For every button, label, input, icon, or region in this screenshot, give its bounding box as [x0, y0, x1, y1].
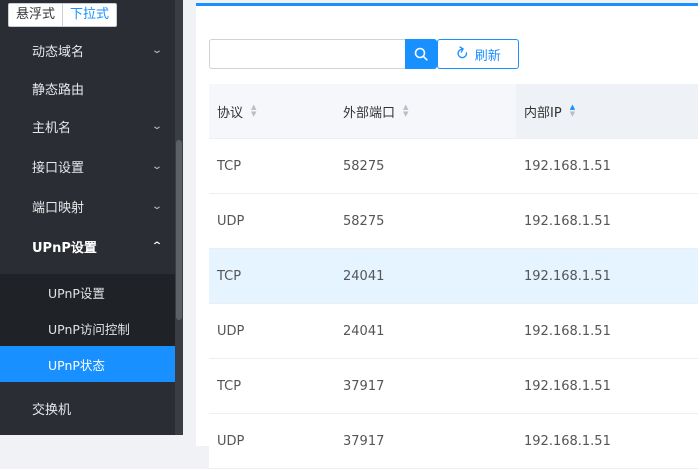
sidebar-item-label: 主机名	[32, 120, 72, 136]
menu-mode-toggle: 悬浮式 下拉式	[8, 3, 118, 27]
refresh-label: 刷新	[474, 48, 501, 64]
sidebar-item-label: 接口设置	[32, 160, 85, 176]
sidebar-subitem-upnp-access-control[interactable]: UPnP访问控制	[0, 310, 175, 346]
sidebar-item-upnp[interactable]: UPnP设置 ⌃	[0, 228, 175, 264]
cell-protocol: TCP	[217, 158, 242, 174]
cell-external-port: 37917	[343, 433, 385, 449]
sidebar-scroll-thumb[interactable]	[176, 140, 182, 320]
refresh-icon: ↻	[451, 41, 473, 66]
sidebar-item-port-mapping[interactable]: 端口映射 ⌄	[0, 188, 175, 224]
table-row[interactable]: UDP 58275 192.168.1.51	[209, 194, 698, 249]
cell-external-port: 58275	[343, 158, 385, 174]
search-button[interactable]	[405, 39, 437, 69]
cell-internal-ip: 192.168.1.51	[524, 323, 611, 339]
table-row[interactable]: UDP 24041 192.168.1.51	[209, 304, 698, 359]
cell-internal-ip: 192.168.1.51	[524, 378, 611, 394]
sidebar-item-label: UPnP设置	[32, 240, 97, 256]
search-input[interactable]	[209, 39, 405, 69]
cell-internal-ip: 192.168.1.51	[524, 433, 611, 449]
table-row[interactable]: UDP 37917 192.168.1.51	[209, 414, 698, 469]
cell-internal-ip: 192.168.1.51	[524, 213, 611, 229]
sidebar-subitem-upnp-settings[interactable]: UPnP设置	[0, 274, 175, 310]
upnp-table: 协议 ▲ ▼ 外部端口 ▲ ▼ 内部IP ▲ ▼ TCP 58275 192.168.…	[209, 84, 698, 469]
sidebar-item-hostname[interactable]: 主机名 ⌄	[0, 108, 175, 144]
table-row-hovered[interactable]: TCP 24041 192.168.1.51	[209, 249, 698, 304]
sidebar-item-switch[interactable]: 交换机	[0, 390, 175, 426]
cell-internal-ip: 192.168.1.51	[524, 268, 611, 284]
sidebar-subitem-upnp-status[interactable]: UPnP状态	[0, 346, 175, 382]
sidebar-item-ddns[interactable]: 动态域名 ⌄	[0, 32, 175, 68]
header-internal-ip[interactable]: 内部IP ▲ ▼	[516, 84, 698, 138]
refresh-button[interactable]: ↻ 刷新	[437, 39, 519, 69]
cell-protocol: TCP	[217, 378, 242, 394]
sort-caret-icon: ▲ ▼	[251, 103, 257, 118]
cell-protocol: UDP	[217, 323, 245, 339]
cell-protocol: TCP	[217, 268, 242, 284]
header-external-port-label: 外部端口	[343, 105, 396, 121]
header-protocol[interactable]: 协议 ▲ ▼	[209, 102, 335, 121]
sidebar-subitem-label: UPnP状态	[48, 357, 105, 373]
cell-external-port: 24041	[343, 268, 385, 284]
sidebar-item-static-route[interactable]: 静态路由	[0, 70, 175, 106]
dropdown-mode-button[interactable]: 下拉式	[62, 4, 117, 26]
table-row[interactable]: TCP 58275 192.168.1.51	[209, 139, 698, 194]
cell-external-port: 24041	[343, 323, 385, 339]
cell-internal-ip: 192.168.1.51	[524, 158, 611, 174]
cell-external-port: 58275	[343, 213, 385, 229]
search-icon	[414, 47, 428, 61]
table-header: 协议 ▲ ▼ 外部端口 ▲ ▼ 内部IP ▲ ▼	[209, 84, 698, 139]
sidebar-scrollbar[interactable]	[175, 0, 183, 435]
header-protocol-label: 协议	[217, 105, 244, 121]
sidebar-item-label: 端口映射	[32, 200, 85, 216]
cell-protocol: UDP	[217, 213, 245, 229]
sidebar-item-interface[interactable]: 接口设置 ⌄	[0, 148, 175, 184]
header-external-port[interactable]: 外部端口 ▲ ▼	[335, 102, 516, 121]
table-row[interactable]: TCP 37917 192.168.1.51	[209, 359, 698, 414]
sidebar-item-label: 动态域名	[32, 44, 85, 60]
sort-ascending-icon: ▲ ▼	[569, 103, 576, 118]
sort-caret-icon: ▲ ▼	[403, 103, 409, 118]
cell-protocol: UDP	[217, 433, 245, 449]
upnp-status-panel: ↻ 刷新 协议 ▲ ▼ 外部端口 ▲ ▼ 内部IP ▲ ▼ TCP 58275 192…	[196, 3, 698, 469]
header-internal-ip-label: 内部IP	[524, 105, 562, 121]
sidebar-item-label: 交换机	[32, 402, 72, 418]
cell-external-port: 37917	[343, 378, 385, 394]
floating-mode-button[interactable]: 悬浮式	[9, 4, 63, 26]
sidebar-subitem-label: UPnP访问控制	[48, 321, 130, 337]
sidebar: 悬浮式 下拉式 动态域名 ⌄ 静态路由 主机名 ⌄ 接口设置 ⌄ 端口映射 ⌄ …	[0, 0, 183, 435]
sidebar-subitem-label: UPnP设置	[48, 285, 105, 301]
sidebar-item-label: 静态路由	[32, 82, 85, 98]
